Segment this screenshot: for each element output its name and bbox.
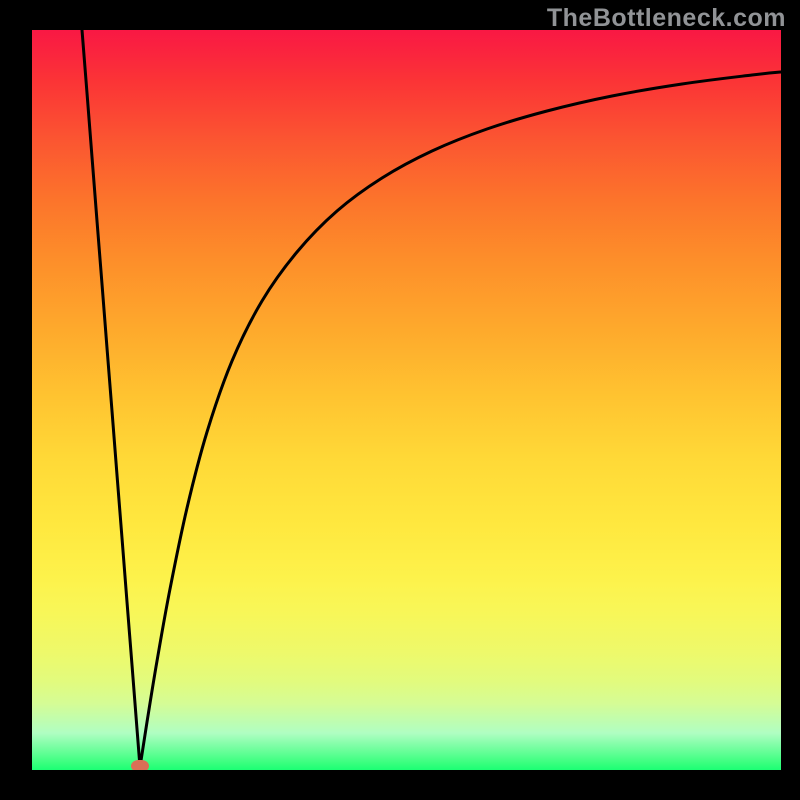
- watermark-text: TheBottleneck.com: [547, 4, 786, 33]
- minimum-marker: [131, 760, 149, 770]
- chart-stage: TheBottleneck.com: [0, 0, 800, 800]
- curve-right-branch: [140, 72, 781, 767]
- bottleneck-curve: [32, 30, 781, 770]
- curve-left-branch: [82, 30, 140, 767]
- plot-area: [32, 30, 781, 770]
